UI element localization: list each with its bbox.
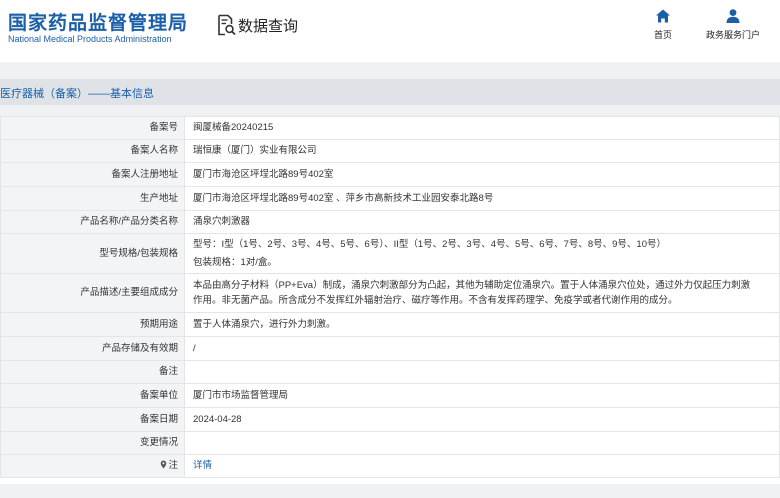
details-link[interactable]: 详情	[193, 460, 212, 471]
row-value: 厦门市海沧区坪埕北路89号402室	[184, 162, 780, 187]
row-label: 产品描述/主要组成成分	[0, 273, 185, 313]
site-logo-cn[interactable]: 国家药品监督管理局	[8, 8, 188, 35]
table-row: 备案单位 厦门市市场监督管理局	[0, 383, 780, 408]
row-label: 生产地址	[0, 186, 185, 211]
data-query-heading: 数据查询	[216, 13, 298, 37]
row-label: 备案单位	[0, 383, 185, 408]
home-icon	[656, 9, 670, 23]
row-value: 2024-04-28	[184, 407, 780, 432]
package-spec-text: 包装规格：1对/盒。	[193, 256, 277, 268]
table-row: 产品存储及有效期 /	[0, 336, 780, 361]
row-value: 厦门市市场监督管理局	[184, 383, 780, 408]
row-label: 变更情况	[0, 431, 185, 455]
user-icon	[726, 9, 740, 23]
data-query-title: 数据查询	[238, 16, 299, 35]
description-line-1: 本品由高分子材料（PP+Eva）制成，涌泉穴刺激部分为凸起，其他为辅助定位涌泉穴…	[193, 279, 751, 291]
row-value: 型号：I型（1号、2号、3号、4号、5号、6号）、II型（1号、2号、3号、4号…	[184, 233, 780, 274]
row-label-note: 注	[0, 454, 185, 478]
site-logo-en[interactable]: National Medical Products Administration	[8, 34, 172, 44]
row-label: 产品存储及有效期	[0, 336, 185, 361]
row-label: 备案人注册地址	[0, 162, 185, 187]
row-label: 备注	[0, 360, 185, 384]
table-row: 备案人注册地址 厦门市海沧区坪埕北路89号402室	[0, 162, 780, 187]
section-header: 医疗器械（备案）——基本信息	[0, 79, 780, 105]
spacer-band	[0, 105, 780, 116]
table-row: 产品名称/产品分类名称 涌泉穴刺激器	[0, 210, 780, 234]
table-row: 产品描述/主要组成成分 本品由高分子材料（PP+Eva）制成，涌泉穴刺激部分为凸…	[0, 273, 780, 313]
table-row: 备注	[0, 360, 780, 384]
section-title: 医疗器械（备案）——基本信息	[0, 88, 154, 100]
table-row: 备案人名称 瑞恒康（厦门）实业有限公司	[0, 139, 780, 163]
row-value: 置于人体涌泉穴，进行外力刺激。	[184, 312, 780, 337]
nav-home[interactable]: 首页	[633, 8, 693, 41]
top-band	[0, 62, 780, 79]
row-value: 涌泉穴刺激器	[184, 210, 780, 234]
table-row: 生产地址 厦门市海沧区坪埕北路89号402室 、萍乡市高新技术工业园安泰北路8号	[0, 186, 780, 211]
table-row: 预期用途 置于人体涌泉穴，进行外力刺激。	[0, 312, 780, 337]
table-row: 备案号 闽厦械备20240215	[0, 116, 780, 140]
table-row: 型号规格/包装规格 型号：I型（1号、2号、3号、4号、5号、6号）、II型（1…	[0, 233, 780, 274]
description-line-2: 作用。非无菌产品。所含成分不发挥红外辐射治疗、磁疗等作用。不含有发挥药理学、免疫…	[193, 294, 678, 306]
nav-home-label: 首页	[653, 30, 672, 40]
info-table: 备案号 闽厦械备20240215 备案人名称 瑞恒康（厦门）实业有限公司 备案人…	[0, 116, 780, 478]
model-spec-text: 型号：I型（1号、2号、3号、4号、5号、6号）、II型（1号、2号、3号、4号…	[193, 238, 666, 250]
row-value: 瑞恒康（厦门）实业有限公司	[184, 139, 780, 163]
row-label: 备案人名称	[0, 139, 185, 163]
note-label-text: 注	[168, 460, 178, 471]
row-value: 本品由高分子材料（PP+Eva）制成，涌泉穴刺激部分为凸起，其他为辅助定位涌泉穴…	[184, 273, 780, 313]
bottom-band	[0, 484, 780, 498]
row-label: 型号规格/包装规格	[0, 233, 185, 274]
row-label: 备案号	[0, 116, 185, 140]
nav-service-portal[interactable]: 政务服务门户	[703, 8, 763, 41]
location-pin-icon	[161, 460, 167, 469]
site-header: 国家药品监督管理局 National Medical Products Admi…	[0, 0, 780, 62]
nav-service-portal-label: 政务服务门户	[705, 30, 760, 40]
row-value	[184, 431, 780, 455]
row-label: 备案日期	[0, 407, 185, 432]
row-label: 预期用途	[0, 312, 185, 337]
row-label: 产品名称/产品分类名称	[0, 210, 185, 234]
row-value: /	[184, 336, 780, 361]
table-row: 注 详情	[0, 454, 780, 478]
row-value: 闽厦械备20240215	[184, 116, 780, 140]
row-value: 厦门市海沧区坪埕北路89号402室 、萍乡市高新技术工业园安泰北路8号	[184, 186, 780, 211]
row-value	[184, 360, 780, 384]
table-row: 变更情况	[0, 431, 780, 455]
document-search-icon	[218, 14, 236, 36]
row-value: 详情	[184, 454, 780, 478]
table-row: 备案日期 2024-04-28	[0, 407, 780, 432]
